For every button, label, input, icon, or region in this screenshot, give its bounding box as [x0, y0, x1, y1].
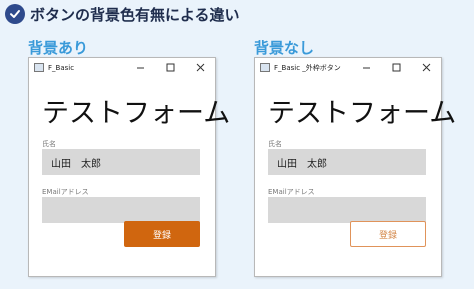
page-heading: ボタンの背景色有無による違い	[5, 3, 240, 25]
close-icon	[422, 63, 430, 72]
section-label-without-background: 背景なし	[254, 39, 315, 57]
app-form-icon	[260, 63, 270, 72]
window-with-background: F_Basic テストフォーム 氏名 山田 太郎 EMailアドレス 登録	[28, 57, 230, 277]
window-titlebar: F_Basic _外枠ボタン	[255, 58, 441, 77]
window-title: F_Basic	[48, 63, 75, 72]
close-button[interactable]	[185, 58, 215, 77]
minimize-icon	[362, 67, 370, 69]
minimize-button[interactable]	[125, 58, 155, 77]
register-button[interactable]: 登録	[350, 221, 426, 247]
check-icon	[5, 4, 25, 24]
close-button[interactable]	[411, 58, 441, 77]
name-label: 氏名	[268, 140, 282, 148]
email-field[interactable]	[268, 197, 426, 223]
name-field[interactable]: 山田 太郎	[42, 149, 200, 175]
form-title: テストフォーム	[268, 98, 457, 129]
register-button[interactable]: 登録	[124, 221, 200, 247]
window-without-background: F_Basic _外枠ボタン テストフォーム 氏名 山田 太郎 EMailアドレ…	[254, 57, 456, 277]
name-label: 氏名	[42, 140, 56, 148]
email-field[interactable]	[42, 197, 200, 223]
close-icon	[196, 63, 204, 72]
email-label: EMailアドレス	[268, 188, 315, 196]
name-field[interactable]: 山田 太郎	[268, 149, 426, 175]
maximize-icon	[392, 63, 400, 72]
email-label: EMailアドレス	[42, 188, 89, 196]
minimize-button[interactable]	[351, 58, 381, 77]
maximize-button[interactable]	[155, 58, 185, 77]
form-title: テストフォーム	[42, 98, 231, 129]
maximize-button[interactable]	[381, 58, 411, 77]
maximize-icon	[166, 63, 174, 72]
heading-text: ボタンの背景色有無による違い	[30, 5, 240, 24]
minimize-icon	[136, 67, 144, 69]
app-form-icon	[34, 63, 44, 72]
section-label-with-background: 背景あり	[28, 39, 89, 57]
window-title: F_Basic _外枠ボタン	[274, 63, 341, 72]
window-titlebar: F_Basic	[29, 58, 215, 77]
